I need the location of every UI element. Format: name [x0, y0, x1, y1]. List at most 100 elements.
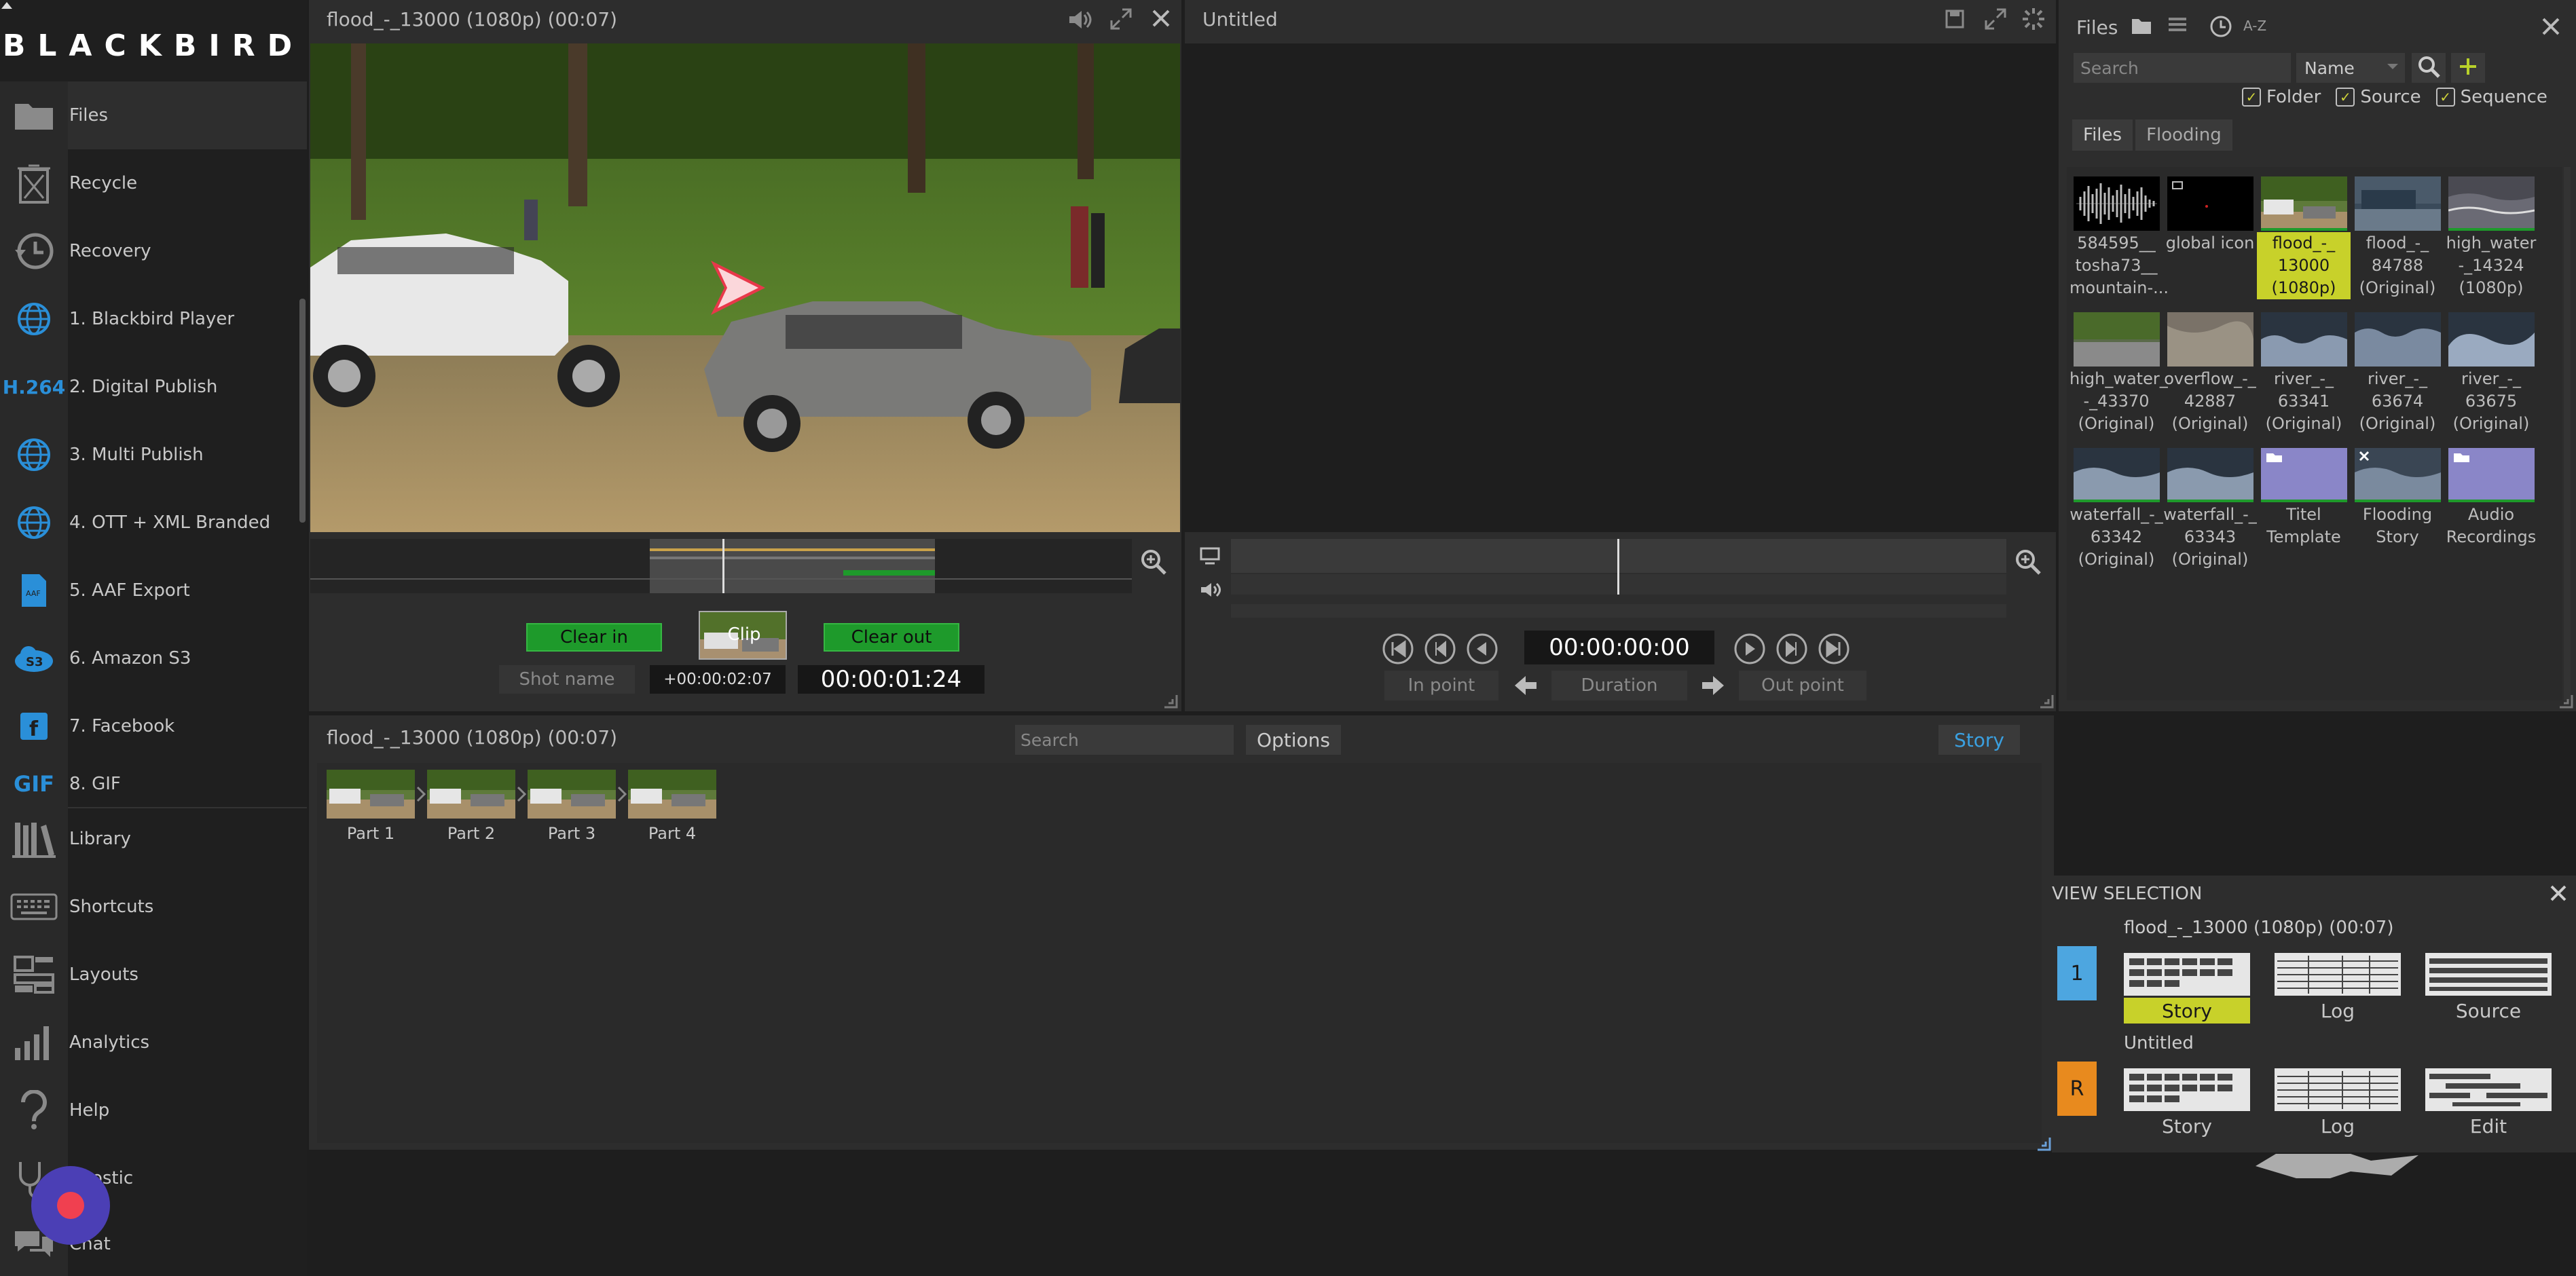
list-view-icon[interactable]: [2167, 16, 2188, 38]
video-frame[interactable]: [310, 43, 1180, 532]
sidebar-item-aaf-export[interactable]: AAF 5. AAF Export: [0, 557, 307, 624]
clip-button[interactable]: Clip: [699, 611, 787, 660]
folder-thumbnail[interactable]: [2448, 448, 2535, 502]
file-thumbnail[interactable]: [2261, 176, 2347, 231]
view-edit-button[interactable]: [2425, 1068, 2552, 1111]
view-source-button[interactable]: [2425, 953, 2552, 996]
play-reverse-icon[interactable]: [1466, 633, 1498, 668]
go-to-start-icon[interactable]: [1382, 633, 1414, 668]
sequence-video-frame[interactable]: [1185, 43, 2056, 532]
sidebar-item-gif[interactable]: GIF 8. GIF: [0, 760, 307, 808]
view-log-label[interactable]: Log: [2275, 1113, 2401, 1139]
story-part[interactable]: [327, 770, 415, 819]
zoom-icon[interactable]: [2014, 548, 2042, 578]
fullscreen-icon[interactable]: [1110, 8, 1132, 33]
file-thumbnail[interactable]: [2167, 312, 2253, 367]
in-point-field[interactable]: In point: [1384, 671, 1498, 700]
view-story-label[interactable]: Story: [2124, 1113, 2250, 1139]
resize-handle-icon[interactable]: [1162, 692, 1178, 711]
options-button[interactable]: Options: [1246, 725, 1341, 755]
sidebar-item-files[interactable]: Files: [0, 81, 307, 149]
file-thumbnail[interactable]: [2448, 312, 2535, 367]
view-story-label[interactable]: Story: [2124, 998, 2250, 1024]
clear-out-button[interactable]: Clear out: [824, 623, 959, 652]
sidebar-scrollbar[interactable]: [299, 299, 306, 523]
story-search-input[interactable]: Search: [1015, 725, 1234, 755]
volume-icon[interactable]: [1068, 8, 1092, 34]
sidebar-item-library[interactable]: Library: [0, 805, 307, 873]
close-icon[interactable]: [2549, 884, 2568, 905]
file-thumbnail[interactable]: [2074, 448, 2160, 502]
sidebar-item-analytics[interactable]: Analytics: [0, 1009, 307, 1076]
sidebar-item-layouts[interactable]: Layouts: [0, 941, 307, 1009]
view-edit-label[interactable]: Edit: [2425, 1113, 2552, 1139]
fullscreen-icon[interactable]: [1985, 8, 2006, 33]
sort-order-label[interactable]: A-Z: [2243, 18, 2266, 34]
breadcrumb-item-files[interactable]: Files: [2072, 119, 2133, 151]
sidebar-item-recycle[interactable]: Recycle: [0, 149, 307, 217]
file-thumbnail[interactable]: [2167, 448, 2253, 502]
sort-select[interactable]: Name: [2296, 53, 2405, 83]
playhead[interactable]: [722, 539, 724, 593]
file-thumbnail[interactable]: [2167, 176, 2253, 231]
save-icon[interactable]: [1945, 10, 1964, 31]
view-log-button[interactable]: [2275, 953, 2401, 996]
sidebar-item-blackbird-player[interactable]: 1. Blackbird Player: [0, 285, 307, 353]
sidebar-item-shortcuts[interactable]: Shortcuts: [0, 873, 307, 941]
view-story-button[interactable]: [2124, 953, 2250, 996]
file-thumbnail[interactable]: [2261, 312, 2347, 367]
sidebar-item-ott-xml-branded[interactable]: 4. OTT + XML Branded: [0, 489, 307, 557]
filter-sequence-checkbox[interactable]: ✓ Sequence: [2435, 87, 2547, 107]
view-story-button[interactable]: [2124, 1068, 2250, 1111]
sequence-thumbnail[interactable]: [2355, 448, 2441, 502]
file-thumbnail[interactable]: [2355, 312, 2441, 367]
search-button[interactable]: [2412, 53, 2446, 83]
sidebar-item-recovery[interactable]: Recovery: [0, 217, 307, 285]
record-button[interactable]: [31, 1166, 110, 1245]
volume-icon[interactable]: [1200, 581, 1221, 601]
resize-handle-icon[interactable]: [2038, 692, 2054, 711]
close-icon[interactable]: [2541, 16, 2561, 39]
sequence-playhead[interactable]: [1617, 539, 1619, 595]
filter-folder-checkbox[interactable]: ✓ Folder: [2242, 87, 2321, 107]
filter-source-checkbox[interactable]: ✓ Source: [2336, 87, 2421, 107]
view-log-label[interactable]: Log: [2275, 998, 2401, 1024]
story-part[interactable]: [427, 770, 515, 819]
file-thumbnail[interactable]: [2355, 176, 2441, 231]
file-thumbnail[interactable]: [2448, 176, 2535, 231]
folder-thumbnail[interactable]: [2261, 448, 2347, 502]
breadcrumb-item-flooding[interactable]: Flooding: [2135, 119, 2232, 151]
files-search-input[interactable]: Search: [2074, 53, 2291, 83]
duration-field[interactable]: Duration: [1551, 671, 1687, 700]
clear-in-button[interactable]: Clear in: [526, 623, 662, 652]
sidebar-item-digital-publish[interactable]: H.264 2. Digital Publish: [0, 353, 307, 421]
view-source-label[interactable]: Source: [2425, 998, 2552, 1024]
monitor-icon[interactable]: [1200, 547, 1220, 567]
go-to-end-icon[interactable]: [1818, 633, 1850, 668]
add-button[interactable]: [2451, 53, 2485, 83]
files-scrollbar[interactable]: [2564, 167, 2571, 700]
close-icon[interactable]: [1151, 8, 1171, 31]
zoom-icon[interactable]: [1140, 548, 1167, 578]
file-thumbnail[interactable]: [2074, 176, 2160, 231]
play-icon[interactable]: [1733, 633, 1766, 668]
sidebar-item-help[interactable]: Help: [0, 1076, 307, 1144]
clock-icon[interactable]: [2209, 15, 2232, 41]
previous-edit-icon[interactable]: [1424, 633, 1456, 668]
sequence-scroll-track[interactable]: [1231, 604, 2006, 618]
arrow-right-icon[interactable]: [1699, 673, 1727, 700]
sidebar-item-facebook[interactable]: f 7. Facebook: [0, 692, 307, 760]
view-log-button[interactable]: [2275, 1068, 2401, 1111]
file-thumbnail[interactable]: [2074, 312, 2160, 367]
next-edit-icon[interactable]: [1775, 633, 1808, 668]
folder-view-icon[interactable]: [2131, 16, 2152, 38]
story-part[interactable]: [628, 770, 716, 819]
out-point-field[interactable]: Out point: [1739, 671, 1866, 700]
story-button[interactable]: Story: [1938, 725, 2020, 755]
source-timeline[interactable]: [310, 539, 1132, 593]
shot-name-field[interactable]: Shot name: [499, 665, 635, 694]
resize-handle-icon[interactable]: [2557, 692, 2573, 711]
story-part[interactable]: [528, 770, 616, 819]
resize-handle-icon[interactable]: [2035, 1135, 2051, 1154]
sidebar-item-multi-publish[interactable]: 3. Multi Publish: [0, 421, 307, 489]
